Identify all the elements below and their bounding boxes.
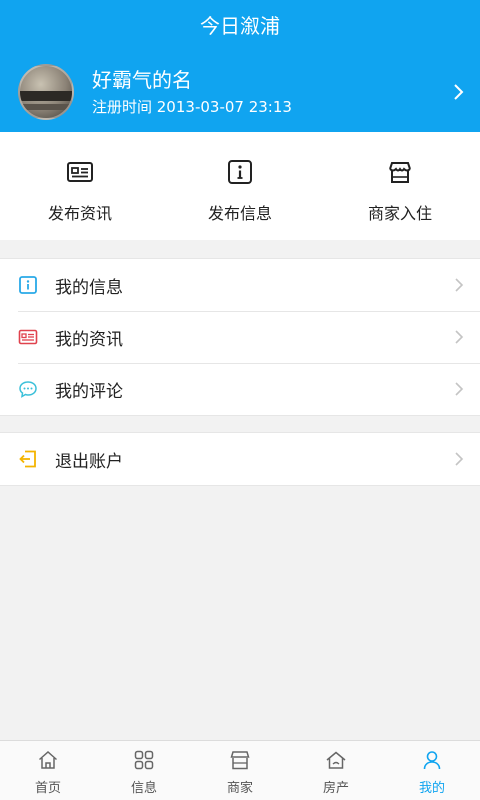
chevron-right-icon (455, 382, 464, 396)
grid-icon (134, 750, 154, 770)
menu-item-label: 退出账户 (55, 451, 123, 472)
menu-item-label: 我的评论 (55, 381, 123, 402)
menu-item-my-news[interactable]: 我的资讯 (0, 311, 480, 363)
avatar[interactable] (18, 64, 74, 120)
chevron-right-icon[interactable] (448, 82, 468, 102)
home-icon (39, 750, 57, 769)
logout-icon (19, 450, 36, 468)
merchant-join-label: 商家入住 (367, 204, 432, 223)
chevron-right-icon (455, 452, 464, 466)
menu-item-my-comments[interactable]: 我的评论 (0, 363, 480, 415)
merchant-join-button[interactable]: 商家入住 (320, 132, 480, 240)
news-card-icon (18, 329, 38, 345)
publish-info-label: 发布信息 (207, 204, 272, 223)
menu-item-label: 我的资讯 (55, 329, 123, 350)
comment-bubble-icon (19, 381, 37, 398)
publish-info-button[interactable]: 发布信息 (160, 132, 320, 240)
menu-item-label: 我的信息 (55, 277, 123, 298)
storefront-icon (389, 162, 411, 183)
store-icon (230, 751, 250, 770)
nav-merchants[interactable]: 商家 (192, 741, 288, 800)
app-title: 今日溆浦 (200, 13, 280, 38)
chevron-right-icon (455, 330, 464, 344)
nav-home[interactable]: 首页 (0, 741, 96, 800)
profile-username: 好霸气的名 (92, 68, 192, 92)
nav-info-label: 信息 (130, 781, 157, 796)
account-menu: 我的信息 我的资讯 我的评论 (0, 258, 480, 416)
nav-real-estate-label: 房产 (322, 781, 349, 796)
nav-merchants-label: 商家 (226, 781, 253, 796)
quick-actions: 发布资讯 发布信息 商家入住 (0, 132, 480, 240)
nav-info[interactable]: 信息 (96, 741, 192, 800)
house-icon (326, 751, 346, 769)
chevron-right-icon (455, 278, 464, 292)
profile-banner[interactable]: 好霸气的名 注册时间 2013-03-07 23:13 (0, 48, 480, 132)
nav-real-estate[interactable]: 房产 (288, 741, 384, 800)
nav-mine-label: 我的 (418, 781, 445, 796)
info-icon (228, 160, 252, 184)
logout-menu: 退出账户 (0, 432, 480, 486)
app-title-bar: 今日溆浦 (0, 0, 480, 48)
person-icon (423, 751, 441, 770)
publish-news-label: 发布资讯 (47, 204, 112, 223)
nav-home-label: 首页 (34, 781, 61, 796)
bottom-navigation: 首页 信息 商家 房产 我的 (0, 740, 480, 800)
menu-item-my-info[interactable]: 我的信息 (0, 259, 480, 311)
info-icon (19, 276, 37, 294)
menu-item-logout[interactable]: 退出账户 (0, 433, 480, 485)
publish-news-button[interactable]: 发布资讯 (0, 132, 160, 240)
nav-mine[interactable]: 我的 (384, 741, 480, 800)
profile-registration-date: 注册时间 2013-03-07 23:13 (92, 98, 292, 116)
news-card-icon (67, 162, 93, 182)
